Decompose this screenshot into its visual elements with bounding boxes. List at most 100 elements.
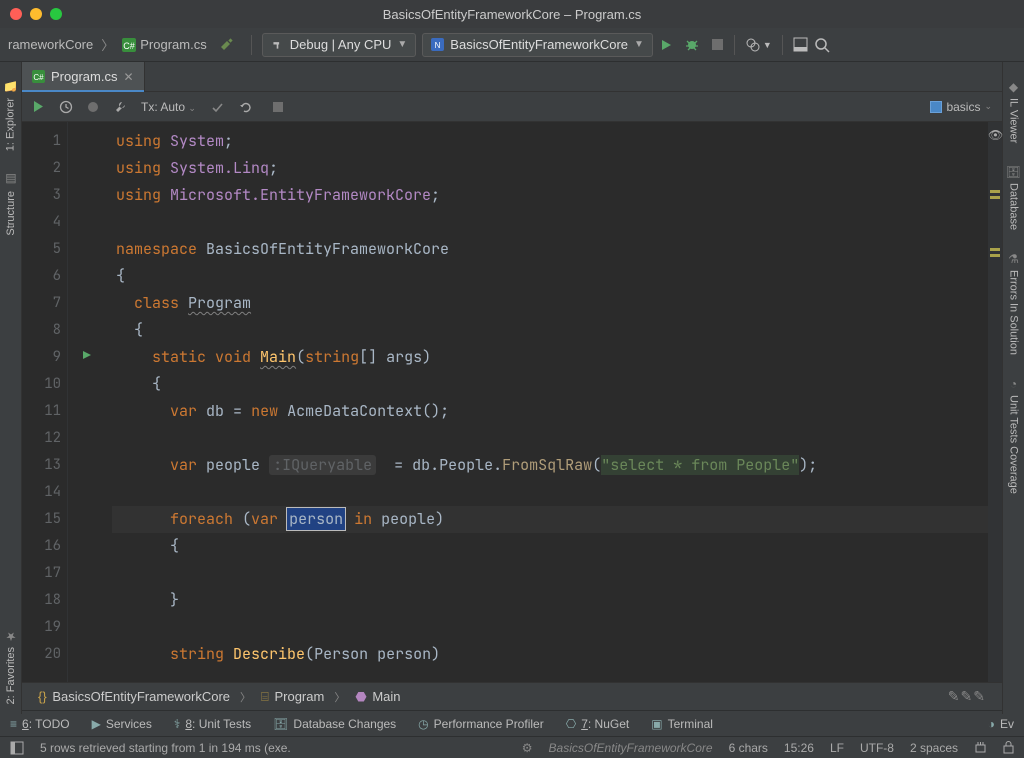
method-icon: ⬣ xyxy=(355,689,366,704)
terminal-tool[interactable]: ▣Terminal xyxy=(651,717,713,731)
profiler-tool[interactable]: ◷Performance Profiler xyxy=(418,717,544,731)
separator xyxy=(734,35,735,55)
nuget-tool[interactable]: ⎔7: NuGet xyxy=(566,717,630,731)
close-tab-icon[interactable]: ✕ xyxy=(123,70,133,84)
tools-dropdown-icon[interactable]: ▼ xyxy=(745,37,772,53)
il-viewer-tab[interactable]: ◆IL Viewer xyxy=(1006,70,1022,153)
status-project[interactable]: BasicsOfEntityFrameworkCore xyxy=(549,741,713,755)
status-line-sep[interactable]: LF xyxy=(830,741,844,755)
crumb-namespace[interactable]: {} BasicsOfEntityFrameworkCore xyxy=(38,689,230,704)
list-icon: ≡ xyxy=(10,717,17,731)
status-caret-pos[interactable]: 15:26 xyxy=(784,741,814,755)
history-icon[interactable] xyxy=(59,100,73,114)
record-icon[interactable] xyxy=(87,101,99,113)
status-encoding[interactable]: UTF-8 xyxy=(860,741,894,755)
window-controls xyxy=(10,8,62,20)
status-build-icon[interactable]: ⚙ xyxy=(522,741,533,755)
datasource-icon xyxy=(930,101,942,113)
separator xyxy=(251,35,252,55)
favorites-tab[interactable]: 2: Favorites ★ xyxy=(3,619,19,714)
status-chars: 6 chars xyxy=(729,741,768,755)
status-indent[interactable]: 2 spaces xyxy=(910,741,958,755)
star-icon: ★ xyxy=(5,629,16,643)
minimize-window-icon[interactable] xyxy=(30,8,42,20)
structure-tab[interactable]: Structure ▤ xyxy=(3,163,19,246)
svg-text:C#: C# xyxy=(124,41,136,51)
services-tool[interactable]: ▶Services xyxy=(92,717,152,731)
chevron-right-icon: 〉 xyxy=(240,689,251,705)
explorer-tab[interactable]: 1: Explorer 📁 xyxy=(1,70,20,161)
inspections-eye-icon[interactable]: 👁 xyxy=(988,128,1002,142)
build-icon[interactable] xyxy=(219,37,235,53)
gauge-icon: ◷ xyxy=(418,717,428,731)
braces-icon: {} xyxy=(38,689,47,704)
dotnet-project-icon: N xyxy=(431,38,444,51)
debug-button[interactable] xyxy=(685,38,699,52)
code-breadcrumbs: {} BasicsOfEntityFrameworkCore 〉 ⌸ Progr… xyxy=(22,682,1002,710)
tool-windows-toggle-icon[interactable] xyxy=(10,741,24,755)
status-bar: 5 rows retrieved starting from 1 in 194 … xyxy=(0,736,1024,758)
run-target-dropdown[interactable]: N BasicsOfEntityFrameworkCore ▼ xyxy=(422,33,653,57)
datasource-dropdown[interactable]: basics ⌄ xyxy=(930,100,992,114)
breadcrumb-file[interactable]: C# Program.cs xyxy=(122,37,206,52)
chevron-down-icon: ▼ xyxy=(634,39,644,50)
chevron-right-icon: 〉 xyxy=(101,35,114,54)
editor-tab-program[interactable]: C# Program.cs ✕ xyxy=(22,62,145,91)
csharp-file-icon: C# xyxy=(32,70,45,83)
csharp-file-icon: C# xyxy=(122,38,136,52)
svg-text:N: N xyxy=(435,41,441,50)
stop-button xyxy=(711,38,724,51)
error-stripe[interactable]: 👁 xyxy=(988,122,1002,682)
code-body[interactable]: using System;using System.Linq;using Mic… xyxy=(108,122,988,682)
rollback-icon[interactable] xyxy=(238,100,252,114)
execute-icon[interactable] xyxy=(32,100,45,113)
structure-icon: ▤ xyxy=(5,173,16,187)
todo-tool[interactable]: ≡6: TODO xyxy=(10,717,70,731)
flask-icon: ⚗ xyxy=(1008,252,1019,266)
status-message: 5 rows retrieved starting from 1 in 194 … xyxy=(40,741,506,755)
terminal-icon: ▣ xyxy=(651,717,662,731)
tool-window-bar: ≡6: TODO ▶Services ⚕8: Unit Tests 🗄Datab… xyxy=(0,710,1024,736)
hammer-icon xyxy=(271,38,284,51)
svg-text:C#: C# xyxy=(33,73,44,82)
db-changes-tool[interactable]: 🗄Database Changes xyxy=(273,717,396,731)
editor-sub-toolbar: Tx: Auto ⌄ basics ⌄ xyxy=(22,92,1002,122)
maximize-window-icon[interactable] xyxy=(50,8,62,20)
code-editor[interactable]: 1234567891011121314151617181920 using Sy… xyxy=(22,122,1002,682)
chevron-down-icon: ▼ xyxy=(397,39,407,50)
crumb-class[interactable]: ⌸ Program xyxy=(261,689,324,705)
class-icon: ⌸ xyxy=(261,689,269,704)
unit-tests-tool[interactable]: ⚕8: Unit Tests xyxy=(174,717,251,731)
coverage-icon: ◔ xyxy=(1010,377,1017,391)
commit-icon[interactable] xyxy=(210,100,224,114)
database-tab[interactable]: 🗄Database xyxy=(1004,155,1023,240)
status-lock-icon[interactable] xyxy=(1003,741,1014,754)
close-window-icon[interactable] xyxy=(10,8,22,20)
database-icon: 🗄 xyxy=(1006,165,1021,179)
wrench-icon[interactable] xyxy=(113,100,127,114)
coverage-tab[interactable]: ◔Unit Tests Coverage xyxy=(1006,367,1022,504)
run-gutter-icon[interactable] xyxy=(82,350,92,360)
build-config-dropdown[interactable]: Debug | Any CPU ▼ xyxy=(262,33,417,57)
chevron-right-icon: 〉 xyxy=(334,689,345,705)
editor-tabs: C# Program.cs ✕ xyxy=(22,62,1002,92)
window-titlebar: BasicsOfEntityFrameworkCore – Program.cs xyxy=(0,0,1024,28)
event-log-tool[interactable]: ◑Ev xyxy=(988,717,1014,731)
separator xyxy=(782,35,783,55)
window-layout-icon[interactable] xyxy=(793,37,808,52)
highlighting-level-icon[interactable]: ✎✎✎ xyxy=(948,688,986,705)
database-icon: 🗄 xyxy=(273,717,288,731)
package-icon: ⎔ xyxy=(566,717,576,731)
crumb-method[interactable]: ⬣ Main xyxy=(355,689,400,705)
beaker-icon: ⚕ xyxy=(174,717,181,731)
run-button[interactable] xyxy=(659,38,673,52)
right-tool-strip: ◆IL Viewer 🗄Database ⚗Errors In Solution… xyxy=(1002,62,1024,714)
search-everywhere-icon[interactable] xyxy=(814,37,830,53)
breadcrumb-project[interactable]: rameworkCore xyxy=(8,37,93,52)
il-icon: ◆ xyxy=(1009,80,1018,94)
stop-icon xyxy=(272,101,284,113)
errors-tab[interactable]: ⚗Errors In Solution xyxy=(1006,242,1022,365)
status-memory-icon[interactable] xyxy=(974,741,987,754)
window-title: BasicsOfEntityFrameworkCore – Program.cs xyxy=(0,7,1024,22)
tx-mode-dropdown[interactable]: Tx: Auto ⌄ xyxy=(141,100,196,114)
